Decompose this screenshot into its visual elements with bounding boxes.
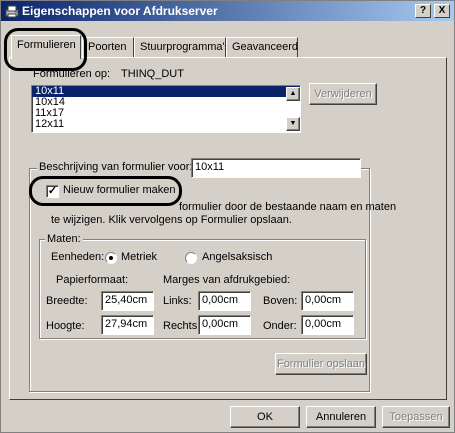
radio-dot bbox=[109, 256, 113, 260]
close-button[interactable]: X bbox=[434, 4, 450, 18]
english-label[interactable]: Angelsaksisch bbox=[202, 251, 272, 263]
tab-stuurprogrammas[interactable]: Stuurprogramma's bbox=[134, 37, 230, 59]
list-item[interactable]: 12x11 bbox=[32, 119, 300, 130]
scroll-up-icon[interactable]: ▲ bbox=[286, 87, 300, 101]
tab-label: Formulieren bbox=[17, 39, 76, 51]
save-form-button[interactable]: Formulier opslaan bbox=[275, 353, 367, 375]
tab-geavanceerd[interactable]: Geavanceerd bbox=[226, 37, 298, 59]
server-name: THINQ_DUT bbox=[121, 68, 184, 80]
metric-label[interactable]: Metriek bbox=[121, 251, 157, 263]
forms-on-label: Formulieren op: bbox=[33, 68, 111, 80]
metric-radio[interactable] bbox=[105, 252, 117, 264]
top-margin-label: Boven: bbox=[263, 295, 298, 307]
window-title: Eigenschappen voor Afdrukserver bbox=[22, 4, 218, 18]
height-input[interactable]: 27,94cm bbox=[101, 315, 154, 335]
form-name-input[interactable]: 10x11 bbox=[191, 158, 361, 178]
top-margin-input[interactable]: 0,00cm bbox=[301, 291, 354, 311]
printer-server-icon bbox=[5, 5, 19, 18]
title-bar[interactable]: Eigenschappen voor Afdrukserver ? X bbox=[1, 1, 454, 21]
english-radio[interactable] bbox=[185, 252, 197, 264]
delete-button[interactable]: Verwijderen bbox=[309, 83, 377, 105]
margins-label: Marges van afdrukgebied: bbox=[163, 274, 291, 286]
cancel-button[interactable]: Annuleren bbox=[306, 406, 376, 428]
bottom-margin-label: Onder: bbox=[263, 320, 297, 332]
help-text-line1: formulier door de bestaande naam en mate… bbox=[179, 201, 397, 213]
apply-button[interactable]: Toepassen bbox=[382, 406, 450, 428]
width-label: Breedte: bbox=[46, 295, 88, 307]
width-input[interactable]: 25,40cm bbox=[101, 291, 154, 311]
tab-formulieren[interactable]: Formulieren bbox=[11, 35, 81, 59]
tab-label: Geavanceerd bbox=[232, 41, 299, 53]
list-item[interactable]: 10x11 bbox=[32, 86, 300, 97]
paper-size-label: Papierformaat: bbox=[56, 274, 129, 286]
tab-label: Stuurprogramma's bbox=[140, 41, 231, 53]
dialog-window: Eigenschappen voor Afdrukserver ? X Form… bbox=[0, 0, 455, 433]
scroll-down-icon[interactable]: ▼ bbox=[286, 117, 300, 131]
right-margin-label: Rechts: bbox=[163, 320, 201, 332]
help-button[interactable]: ? bbox=[415, 4, 431, 18]
left-margin-input[interactable]: 0,00cm bbox=[198, 291, 251, 311]
height-label: Hoogte: bbox=[46, 320, 85, 332]
list-item[interactable]: 11x17 bbox=[32, 108, 300, 119]
tab-label: Poorten bbox=[88, 41, 127, 53]
forms-list[interactable]: 10x11 10x14 11x17 12x11 ▲ ▼ bbox=[31, 85, 301, 133]
help-text-line2: te wijzigen. Klik vervolgens op Formulie… bbox=[51, 214, 292, 226]
list-item[interactable]: 10x14 bbox=[32, 97, 300, 108]
measurements-label: Maten: bbox=[45, 233, 83, 245]
left-margin-label: Links: bbox=[163, 295, 192, 307]
units-label: Eenheden: bbox=[51, 251, 105, 263]
description-label: Beschrijving van formulier voor: bbox=[37, 161, 195, 173]
new-form-checkbox[interactable]: ✓ bbox=[46, 185, 59, 198]
right-margin-input[interactable]: 0,00cm bbox=[198, 315, 251, 335]
tab-poorten[interactable]: Poorten bbox=[82, 37, 134, 59]
ok-button[interactable]: OK bbox=[230, 406, 300, 428]
new-form-label[interactable]: Nieuw formulier maken bbox=[63, 184, 175, 196]
bottom-margin-input[interactable]: 0,00cm bbox=[301, 315, 354, 335]
